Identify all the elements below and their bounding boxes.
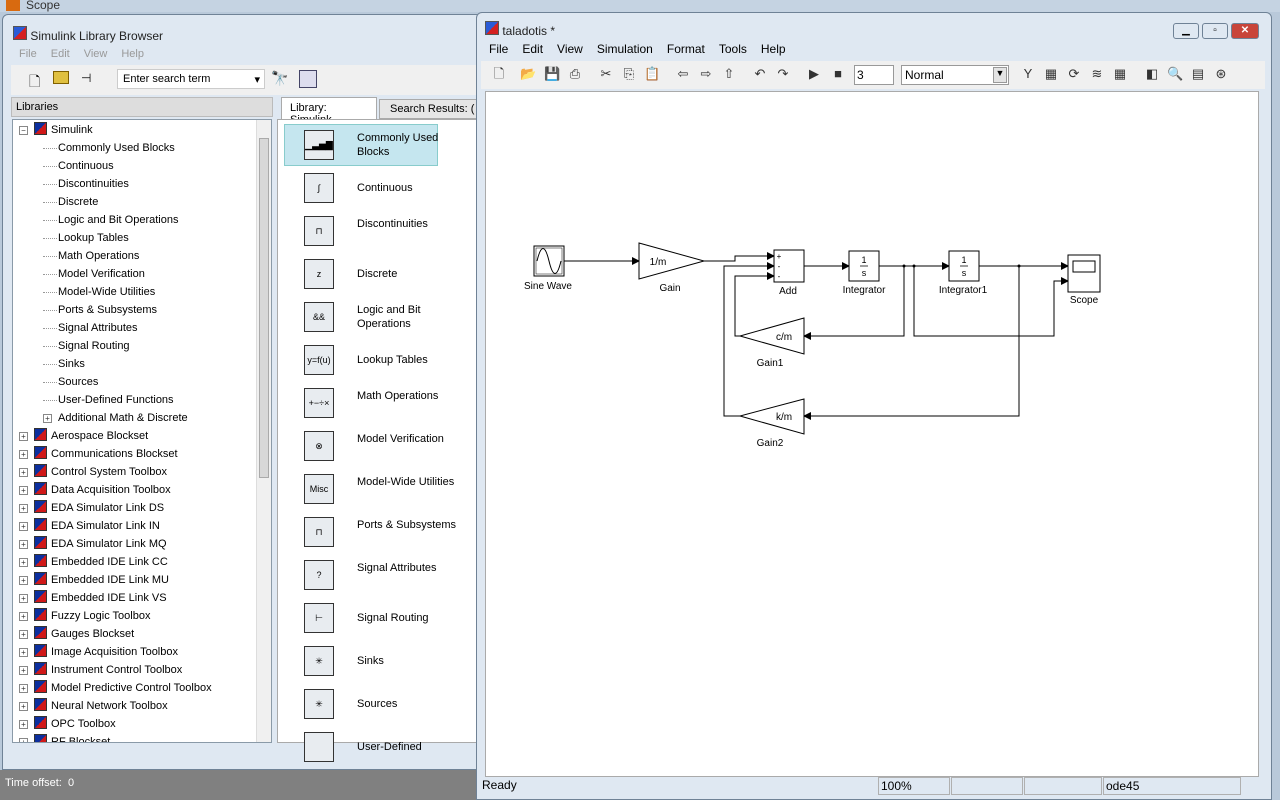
signal-gain-to-add (704, 252, 775, 262)
integrator1-den: s (962, 268, 967, 278)
integrator1-label: Integrator1 (939, 285, 988, 296)
gain1-label: Gain1 (757, 358, 784, 369)
add-label: Add (779, 286, 797, 297)
add-sign: - (778, 262, 781, 271)
gain1-value: c/m (776, 332, 792, 343)
integrator-den: s (862, 268, 867, 278)
integrator-label: Integrator (843, 285, 886, 296)
signal-to-scope2 (913, 266, 1069, 337)
integrator1-num: 1 (961, 255, 966, 265)
gain1-block (738, 317, 805, 355)
gain2-label: Gain2 (757, 438, 784, 449)
scope-label: Scope (1070, 295, 1099, 306)
gain2-value: k/m (776, 412, 792, 423)
gain-label: Gain (659, 283, 680, 294)
gain-value: 1/m (650, 257, 667, 268)
add-sign: - (778, 272, 781, 281)
gain2-block (738, 398, 805, 435)
signal-gain1-to-add (734, 272, 775, 337)
sine-wave-block (533, 245, 565, 277)
sine-wave-label: Sine Wave (524, 281, 572, 292)
integrator-num: 1 (861, 255, 866, 265)
scope-block (1067, 254, 1101, 293)
add-sign: + (777, 252, 782, 261)
block-diagram: Sine Wave 1/m Gain + - - Add 1 s Integra… (524, 242, 1101, 449)
